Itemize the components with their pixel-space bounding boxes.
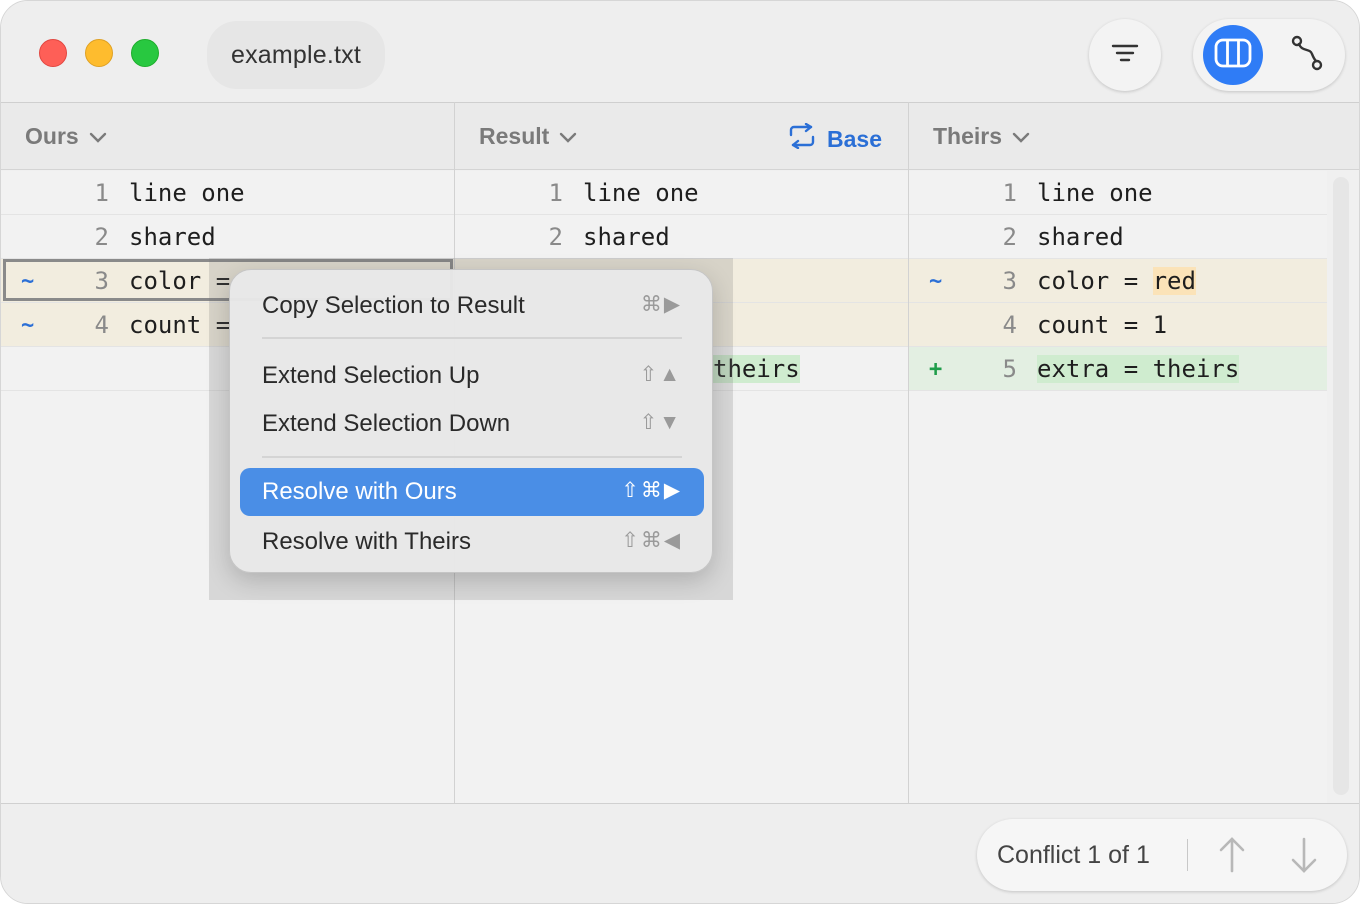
menu-item-resolve-theirs[interactable]: Resolve with Theirs ⇧⌘◀ (240, 518, 704, 564)
arrow-up-icon (1217, 837, 1247, 879)
chevron-down-icon (559, 123, 577, 150)
result-pane-header[interactable]: Result Base (455, 102, 908, 170)
code-row[interactable]: 1 line one (909, 171, 1327, 215)
modified-marker: ~ (21, 313, 35, 338)
line-number: 1 (548, 179, 563, 207)
line-number: 4 (94, 311, 109, 339)
menu-item-shortcut: ⌘▶ (640, 293, 682, 316)
line-number: 4 (1002, 311, 1017, 339)
zoom-window-button[interactable] (131, 39, 159, 67)
menu-item-shortcut: ⇧▲ (639, 363, 682, 386)
file-title: example.txt (231, 40, 362, 69)
line-number: 2 (94, 223, 109, 251)
added-marker: + (929, 357, 943, 382)
menu-item-shortcut: ⇧⌘▶ (621, 479, 682, 502)
filter-button[interactable] (1089, 19, 1161, 91)
code-row[interactable]: 2 shared (455, 215, 908, 259)
code-text: shared (583, 223, 670, 251)
vertical-scrollbar[interactable] (1333, 177, 1349, 795)
code-row[interactable]: 2 shared (909, 215, 1327, 259)
ours-pane-header[interactable]: Ours (1, 102, 454, 170)
file-title-tab[interactable]: example.txt (207, 21, 386, 89)
menu-separator (262, 456, 682, 458)
branch-view-button[interactable] (1277, 25, 1337, 85)
branch-path-icon (1290, 34, 1324, 77)
menu-item-resolve-ours[interactable]: Resolve with Ours ⇧⌘▶ (240, 468, 704, 516)
three-column-view-button[interactable] (1203, 25, 1263, 85)
filter-lines-icon (1111, 43, 1139, 68)
view-mode-group (1193, 19, 1345, 91)
title-bar: example.txt (1, 1, 1359, 102)
line-number: 2 (548, 223, 563, 251)
line-number: 1 (94, 179, 109, 207)
pane-divider[interactable] (908, 102, 909, 804)
code-text: shared (129, 223, 216, 251)
code-text: count = 1 (1037, 311, 1168, 339)
menu-item-shortcut: ⇧⌘◀ (621, 529, 682, 552)
merge-window: example.txt Ours Result Base Theirs 1 li… (0, 0, 1360, 904)
menu-item-label: Extend Selection Up (262, 362, 480, 389)
line-number: 5 (1002, 355, 1017, 383)
base-label: Base (827, 125, 882, 152)
menu-item-label: Resolve with Theirs (262, 528, 471, 555)
ours-pane-label: Ours (25, 122, 79, 149)
code-text: shared (1037, 223, 1124, 251)
arrow-down-icon (1289, 837, 1319, 879)
divider (1187, 839, 1188, 871)
swap-arrows-icon (787, 122, 827, 155)
menu-item-copy-selection[interactable]: Copy Selection to Result ⌘▶ (240, 282, 704, 328)
chevron-down-icon (89, 123, 107, 150)
base-toggle-button[interactable]: Base (787, 122, 882, 155)
conflict-counter: Conflict 1 of 1 (997, 841, 1150, 869)
previous-conflict-button[interactable] (1217, 835, 1247, 880)
line-number: 3 (1002, 267, 1017, 295)
modified-marker: ~ (929, 269, 943, 294)
chevron-down-icon (1012, 123, 1030, 150)
code-text: extra = theirs (1037, 355, 1240, 383)
menu-separator (262, 337, 682, 339)
conflict-row[interactable]: ~ 3 color = red (909, 259, 1327, 303)
changed-value: red (1152, 267, 1196, 295)
menu-item-extend-up[interactable]: Extend Selection Up ⇧▲ (240, 352, 704, 398)
line-number: 2 (1002, 223, 1017, 251)
theirs-pane-label: Theirs (933, 122, 1003, 149)
three-columns-icon (1214, 38, 1252, 73)
context-menu: Copy Selection to Result ⌘▶ Extend Selec… (229, 269, 713, 573)
menu-item-label: Extend Selection Down (262, 410, 511, 437)
theirs-pane-header[interactable]: Theirs (909, 102, 1359, 170)
theirs-pane[interactable]: 1 line one 2 shared ~ 3 color = red 4 co… (909, 171, 1327, 803)
menu-item-label: Copy Selection to Result (262, 292, 525, 319)
result-pane-label: Result (479, 122, 550, 149)
code-row[interactable]: 1 line one (1, 171, 454, 215)
minimize-window-button[interactable] (85, 39, 113, 67)
added-row[interactable]: + 5 extra = theirs (909, 347, 1327, 391)
next-conflict-button[interactable] (1289, 835, 1319, 880)
code-text: line one (1037, 179, 1153, 207)
menu-item-extend-down[interactable]: Extend Selection Down ⇧▼ (240, 400, 704, 446)
conflict-navigator: Conflict 1 of 1 (977, 819, 1347, 891)
conflict-row[interactable]: 4 count = 1 (909, 303, 1327, 347)
code-text: color = red (1037, 267, 1196, 295)
menu-item-shortcut: ⇧▼ (639, 411, 682, 434)
close-window-button[interactable] (39, 39, 67, 67)
menu-item-label: Resolve with Ours (262, 478, 457, 505)
code-text: line one (583, 179, 699, 207)
code-text: line one (129, 179, 245, 207)
line-number: 1 (1002, 179, 1017, 207)
code-row[interactable]: 2 shared (1, 215, 454, 259)
code-prefix: color = (1037, 267, 1153, 295)
code-row[interactable]: 1 line one (455, 171, 908, 215)
